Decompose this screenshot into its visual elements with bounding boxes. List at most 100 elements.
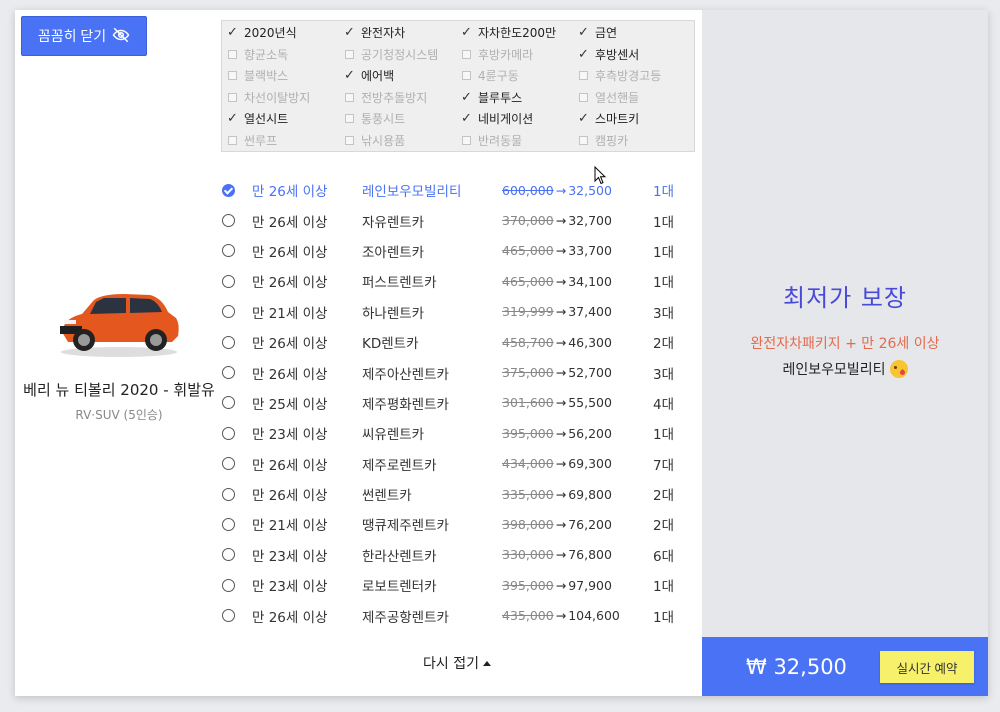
age-requirement: 만 25세 이상 xyxy=(252,396,328,413)
option-item[interactable]: 후측방경고등 xyxy=(577,65,694,87)
radio-button[interactable] xyxy=(222,335,235,349)
radio-button[interactable] xyxy=(222,548,235,562)
option-item[interactable]: ✓ 2020년식 xyxy=(226,22,343,44)
radio-button[interactable] xyxy=(222,609,235,623)
option-item[interactable]: ✓ 금연 xyxy=(577,22,694,44)
mouse-cursor-icon xyxy=(594,166,606,185)
company-name: 제주아산렌트카 xyxy=(362,366,449,383)
radio-button[interactable] xyxy=(222,487,235,501)
checkmark-icon: ✓ xyxy=(461,89,472,105)
option-checklist: ✓ 2020년식 ✓ 완전자차 ✓ 자차한도200만 ✓ 금연 향균소독 공기청정시스템 후방카메라… xyxy=(221,20,695,152)
rental-row[interactable]: 만 23세 이상 씨유렌트카 395,000 → 56,200 1대 xyxy=(221,418,691,448)
rental-row[interactable]: 만 26세 이상 KD렌트카 458,700 → 46,300 2대 xyxy=(221,327,691,357)
discount-price: 69,300 xyxy=(568,456,612,472)
company-name: 제주평화렌트카 xyxy=(362,396,449,413)
original-price: 375,000 xyxy=(502,365,554,381)
age-requirement: 만 21세 이상 xyxy=(252,518,328,535)
age-requirement: 만 23세 이상 xyxy=(252,548,328,565)
checkbox-icon xyxy=(226,135,244,145)
radio-button[interactable] xyxy=(222,274,235,288)
option-label: 썬루프 xyxy=(244,133,278,148)
company-name: 자유렌트카 xyxy=(362,214,425,231)
radio-button[interactable] xyxy=(222,426,235,440)
company-name: 하나렌트카 xyxy=(362,305,425,322)
car-info-panel: 베리 뉴 티볼리 2020 - 휘발유 RV·SUV (5인승) xyxy=(21,280,217,423)
option-item[interactable]: 썬루프 xyxy=(226,130,343,152)
age-requirement: 만 21세 이상 xyxy=(252,305,328,322)
checkmark-icon: ✓ xyxy=(344,25,355,41)
original-price: 395,000 xyxy=(502,577,554,593)
radio-button[interactable] xyxy=(222,305,235,319)
arrow-icon: → xyxy=(555,304,567,320)
discount-price: 34,100 xyxy=(568,273,612,289)
company-name: 퍼스트렌트카 xyxy=(362,275,437,292)
realtime-booking-button[interactable]: 실시간 예약 xyxy=(880,651,974,683)
arrow-icon: → xyxy=(555,273,567,289)
rental-list: 만 26세 이상 레인보우모빌리티 600,000 → 32,500 1대 만 26세 이상… xyxy=(221,175,691,631)
rental-row[interactable]: 만 23세 이상 로보트렌터카 395,000 → 97,900 1대 xyxy=(221,570,691,600)
option-item[interactable]: 통풍시트 xyxy=(343,108,460,130)
option-item[interactable]: 반려동물 xyxy=(460,130,577,152)
option-label: 자차한도200만 xyxy=(478,26,557,41)
radio-button[interactable] xyxy=(222,578,235,592)
rental-row[interactable]: 만 26세 이상 레인보우모빌리티 600,000 → 32,500 1대 xyxy=(221,175,691,205)
company-name: 레인보우모빌리티 xyxy=(362,184,462,201)
option-item[interactable]: ✓ 완전자차 xyxy=(343,22,460,44)
rental-row[interactable]: 만 26세 이상 제주공항렌트카 435,000 → 104,600 1대 xyxy=(221,600,691,630)
discount-price: 56,200 xyxy=(568,425,612,441)
original-price: 465,000 xyxy=(502,243,554,259)
radio-button[interactable] xyxy=(222,366,235,380)
option-item[interactable]: ✓ 에어백 xyxy=(343,65,460,87)
radio-button[interactable] xyxy=(222,457,235,471)
option-item[interactable]: ✓ 네비게이션 xyxy=(460,108,577,130)
age-requirement: 만 26세 이상 xyxy=(252,336,328,353)
checkbox-icon xyxy=(577,135,595,145)
rental-row[interactable]: 만 21세 이상 땡큐제주렌트카 398,000 → 76,200 2대 xyxy=(221,509,691,539)
discount-price: 69,800 xyxy=(568,486,612,502)
option-item[interactable]: 열선핸들 xyxy=(577,87,694,109)
option-item[interactable]: 4륜구동 xyxy=(460,65,577,87)
option-item[interactable]: 캠핑카 xyxy=(577,130,694,152)
car-count: 1대 xyxy=(652,244,674,261)
option-item[interactable]: 전방추돌방지 xyxy=(343,87,460,109)
arrow-icon: → xyxy=(555,425,567,441)
option-item[interactable]: ✓ 스마트키 xyxy=(577,108,694,130)
car-name: 베리 뉴 티볼리 2020 - 휘발유 xyxy=(23,381,215,399)
price-info: 600,000 → 32,500 xyxy=(502,183,652,198)
collapse-button[interactable]: 다시 접기 xyxy=(423,653,491,673)
option-item[interactable]: ✓ 자차한도200만 xyxy=(460,22,577,44)
option-item[interactable]: 블랙박스 xyxy=(226,65,343,87)
arrow-icon: → xyxy=(555,456,567,472)
option-item[interactable]: 낚시용품 xyxy=(343,130,460,152)
radio-button[interactable] xyxy=(222,517,235,531)
rental-row[interactable]: 만 26세 이상 제주아산렌트카 375,000 → 52,700 3대 xyxy=(221,357,691,387)
radio-button[interactable] xyxy=(222,214,235,228)
option-label: 열선핸들 xyxy=(595,90,640,105)
option-item[interactable]: 향균소독 xyxy=(226,44,343,66)
price-info: 375,000 → 52,700 xyxy=(502,365,652,380)
option-label: 블랙박스 xyxy=(244,69,289,84)
toggle-details-button[interactable]: 꼼꼼히 닫기 xyxy=(21,16,147,56)
option-item[interactable]: 차선이탈방지 xyxy=(226,87,343,109)
radio-button[interactable] xyxy=(222,396,235,410)
rental-row[interactable]: 만 26세 이상 제주로렌트카 434,000 → 69,300 7대 xyxy=(221,449,691,479)
radio-button[interactable] xyxy=(222,244,235,258)
rental-row[interactable]: 만 21세 이상 하나렌트카 319,999 → 37,400 3대 xyxy=(221,297,691,327)
car-count: 1대 xyxy=(652,579,674,596)
age-requirement: 만 26세 이상 xyxy=(252,609,328,626)
option-item[interactable]: ✓ 열선시트 xyxy=(226,108,343,130)
option-item[interactable]: 후방카메라 xyxy=(460,44,577,66)
option-item[interactable]: ✓ 후방센서 xyxy=(577,44,694,66)
rental-row[interactable]: 만 26세 이상 자유렌트카 370,000 → 32,700 1대 xyxy=(221,205,691,235)
rental-row[interactable]: 만 25세 이상 제주평화렌트카 301,600 → 55,500 4대 xyxy=(221,388,691,418)
rental-row[interactable]: 만 26세 이상 썬렌트카 335,000 → 69,800 2대 xyxy=(221,479,691,509)
discount-price: 104,600 xyxy=(568,608,620,624)
option-item[interactable]: 공기청정시스템 xyxy=(343,44,460,66)
rental-row[interactable]: 만 26세 이상 퍼스트렌트카 465,000 → 34,100 1대 xyxy=(221,266,691,296)
checkmark-icon: ✓ xyxy=(227,111,238,127)
car-count: 2대 xyxy=(652,336,674,353)
rental-row[interactable]: 만 23세 이상 한라산렌트카 330,000 → 76,800 6대 xyxy=(221,540,691,570)
rental-row[interactable]: 만 26세 이상 조아렌트카 465,000 → 33,700 1대 xyxy=(221,236,691,266)
option-item[interactable]: ✓ 블루투스 xyxy=(460,87,577,109)
radio-button[interactable] xyxy=(222,183,235,197)
